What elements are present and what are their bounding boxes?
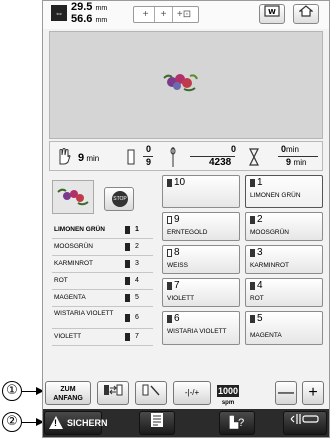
warning-icon: ! <box>49 416 63 429</box>
top-bar: ⇔ 29.5 mm 56.6 mm + + +⊡ W <box>43 1 329 29</box>
embroidery-preview <box>49 31 323 139</box>
needle-icon <box>170 147 176 167</box>
spool-button-10[interactable]: 10 <box>162 175 240 208</box>
color-fraction-top: 0 <box>146 144 152 154</box>
zoom-in-max-icon[interactable]: +⊡ <box>173 7 195 22</box>
color-fraction-bottom: 9 <box>146 157 152 167</box>
remaining-time-top: 0min <box>281 144 299 154</box>
speed-plus-button[interactable]: + <box>302 381 324 405</box>
spool-icon <box>250 179 255 187</box>
thread-swap-icon[interactable] <box>97 381 129 405</box>
help-button[interactable]: ▙? <box>219 411 255 435</box>
sewing-machine-icon: ▙ <box>229 417 239 429</box>
spool-icon <box>167 315 172 323</box>
spool-icon <box>167 249 172 257</box>
callout-1-line <box>22 391 36 393</box>
remaining-time-bottom: 9 min <box>286 157 307 167</box>
stitch-count-top: 0 <box>231 144 237 154</box>
embroidery-size-icon: ⇔ <box>51 5 67 21</box>
list-item[interactable]: VIOLETT 7 <box>52 329 153 346</box>
list-item[interactable]: WISTARIA VIOLETT 6 <box>52 307 153 329</box>
speed-display: 1000 spm <box>216 385 240 406</box>
spool-button-6[interactable]: 6 WISTARIA VIOLETT <box>162 311 240 345</box>
spool-button-4[interactable]: 4 ROT <box>245 278 323 307</box>
sichern-button[interactable]: ! SICHERN <box>44 411 108 435</box>
spool-icon <box>250 216 255 224</box>
list-item[interactable]: LIMONEN GRÜN 1 <box>52 222 153 239</box>
zoom-in-more-icon[interactable]: + <box>155 7 173 22</box>
spool-button-3[interactable]: 3 KARMINROT <box>245 245 323 274</box>
tension-button[interactable]: -|-/+ <box>173 381 211 405</box>
spool-icon <box>167 216 172 224</box>
hand-icon <box>59 148 71 165</box>
size-height: 56.6 mm <box>71 13 108 25</box>
machine-screen: ⇔ 29.5 mm 56.6 mm + + +⊡ W 9 min 0 9 0 4… <box>42 0 330 438</box>
zoom-in-icon[interactable]: + <box>137 7 155 22</box>
spool-icon <box>167 179 172 187</box>
list-item[interactable]: KARMINROT 3 <box>52 256 153 273</box>
list-item[interactable]: MAGENTA 5 <box>52 290 153 307</box>
spool-icon <box>250 249 255 257</box>
view-icon[interactable]: W <box>259 4 285 24</box>
thread-cut-icon[interactable] <box>135 381 167 405</box>
spool-button-7[interactable]: 7 VIOLETT <box>162 278 240 307</box>
spool-button-9[interactable]: 9 ERNTEGOLD <box>162 212 240 241</box>
callout-1: ① <box>2 381 22 401</box>
list-item[interactable]: ROT 4 <box>52 273 153 290</box>
list-icon[interactable] <box>139 411 175 435</box>
status-row: 9 min 0 9 0 4238 0min 9 min <box>49 141 323 171</box>
hourglass-icon <box>249 148 259 166</box>
spool-icon <box>250 315 255 323</box>
svg-text:W: W <box>268 8 276 16</box>
home-icon[interactable] <box>293 4 319 24</box>
spool-icon <box>167 282 172 290</box>
callout-2-line <box>22 422 36 424</box>
spool-icon <box>250 282 255 290</box>
hand-time: 9 min <box>78 152 100 164</box>
list-item[interactable]: MOOSGRÜN 2 <box>52 239 153 256</box>
zum-anfang-button[interactable]: ZUM ANFANG <box>45 381 91 405</box>
speed-minus-button[interactable]: — <box>275 381 297 405</box>
design-thumbnail <box>52 180 94 214</box>
color-spool-icon <box>127 149 135 165</box>
stitch-count-bottom: 4238 <box>209 157 232 168</box>
spool-button-1[interactable]: 1 LIMONEN GRÜN <box>245 175 323 208</box>
spool-button-2[interactable]: 2 MOOSGRÜN <box>245 212 323 241</box>
bottom-bar: ! SICHERN ▙? <box>43 409 329 437</box>
stop-button[interactable]: STOP <box>104 187 134 211</box>
presser-foot-icon[interactable] <box>283 411 327 435</box>
stop-icon: STOP <box>112 191 128 207</box>
zoom-group: + + +⊡ <box>133 6 199 23</box>
spool-button-8[interactable]: 8 WEISS <box>162 245 240 274</box>
callout-2: ② <box>2 412 22 432</box>
thread-list: LIMONEN GRÜN 1 MOOSGRÜN 2 KARMINROT 3 ROT 4 … <box>52 222 153 346</box>
embroidery-design-image <box>163 74 198 92</box>
spool-button-5[interactable]: 5 MAGENTA <box>245 311 323 345</box>
